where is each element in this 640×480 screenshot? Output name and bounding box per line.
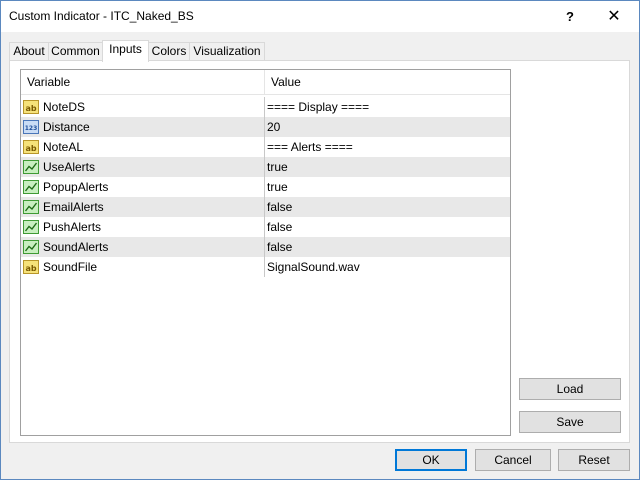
string-icon: ab <box>23 259 39 275</box>
variable-value[interactable]: false <box>267 237 292 257</box>
help-button[interactable]: ? <box>553 1 587 32</box>
tab-visualization[interactable]: Visualization <box>189 42 265 61</box>
dialog-window: Custom Indicator - ITC_Naked_BS ? ✕ Abou… <box>0 0 640 480</box>
cell-divider <box>264 137 265 157</box>
cell-divider <box>264 257 265 277</box>
variable-name: Distance <box>43 120 90 134</box>
table-row[interactable]: 123 Distance 20 <box>21 117 510 137</box>
string-icon: ab <box>23 139 39 155</box>
cell-divider <box>264 237 265 257</box>
cell-divider <box>264 97 265 117</box>
boolean-icon <box>23 179 39 195</box>
variable-value[interactable]: false <box>267 217 292 237</box>
svg-text:ab: ab <box>25 104 36 113</box>
variable-value[interactable]: ==== Display ==== <box>267 97 369 117</box>
table-row[interactable]: UseAlerts true <box>21 157 510 177</box>
variable-name: NoteAL <box>43 140 84 154</box>
tab-inputs[interactable]: Inputs <box>102 40 149 62</box>
table-row[interactable]: SoundAlerts false <box>21 237 510 257</box>
variable-value[interactable]: true <box>267 177 288 197</box>
svg-text:123: 123 <box>25 125 38 132</box>
window-title: Custom Indicator - ITC_Naked_BS <box>9 9 194 23</box>
grid-header: Variable Value <box>21 70 510 95</box>
ok-button[interactable]: OK <box>395 449 467 471</box>
variable-name: UseAlerts <box>43 160 96 174</box>
variable-value[interactable]: === Alerts ==== <box>267 137 353 157</box>
variable-value[interactable]: 20 <box>267 117 280 137</box>
boolean-icon <box>23 239 39 255</box>
variable-name: NoteDS <box>43 100 86 114</box>
column-header-value[interactable]: Value <box>265 70 301 95</box>
table-row[interactable]: ab SoundFile SignalSound.wav <box>21 257 510 277</box>
tab-about[interactable]: About <box>9 42 49 61</box>
title-bar: Custom Indicator - ITC_Naked_BS ? ✕ <box>1 1 639 32</box>
table-row[interactable]: ab NoteDS ==== Display ==== <box>21 97 510 117</box>
integer-icon: 123 <box>23 119 39 135</box>
cell-divider <box>264 177 265 197</box>
cancel-button[interactable]: Cancel <box>475 449 551 471</box>
cell-divider <box>264 157 265 177</box>
svg-text:ab: ab <box>25 264 36 273</box>
variable-name: PopupAlerts <box>43 180 109 194</box>
string-icon: ab <box>23 99 39 115</box>
variable-value[interactable]: true <box>267 157 288 177</box>
cell-divider <box>264 217 265 237</box>
table-row[interactable]: PopupAlerts true <box>21 177 510 197</box>
column-header-variable[interactable]: Variable <box>21 70 70 95</box>
table-row[interactable]: ab NoteAL === Alerts ==== <box>21 137 510 157</box>
boolean-icon <box>23 199 39 215</box>
svg-text:ab: ab <box>25 144 36 153</box>
save-button[interactable]: Save <box>519 411 621 433</box>
cell-divider <box>264 117 265 137</box>
variable-name: SoundFile <box>43 260 98 274</box>
inputs-grid[interactable]: Variable Value ab NoteDS ==== Display ====… <box>20 69 511 436</box>
boolean-icon <box>23 159 39 175</box>
variable-name: PushAlerts <box>43 220 102 234</box>
load-button[interactable]: Load <box>519 378 621 400</box>
variable-value[interactable]: SignalSound.wav <box>267 257 360 277</box>
cell-divider <box>264 197 265 217</box>
close-button[interactable]: ✕ <box>597 1 631 32</box>
variable-name: SoundAlerts <box>43 240 109 254</box>
table-row[interactable]: EmailAlerts false <box>21 197 510 217</box>
tab-common[interactable]: Common <box>48 42 103 61</box>
reset-button[interactable]: Reset <box>558 449 630 471</box>
boolean-icon <box>23 219 39 235</box>
variable-name: EmailAlerts <box>43 200 104 214</box>
tab-colors[interactable]: Colors <box>148 42 190 61</box>
table-row[interactable]: PushAlerts false <box>21 217 510 237</box>
variable-value[interactable]: false <box>267 197 292 217</box>
